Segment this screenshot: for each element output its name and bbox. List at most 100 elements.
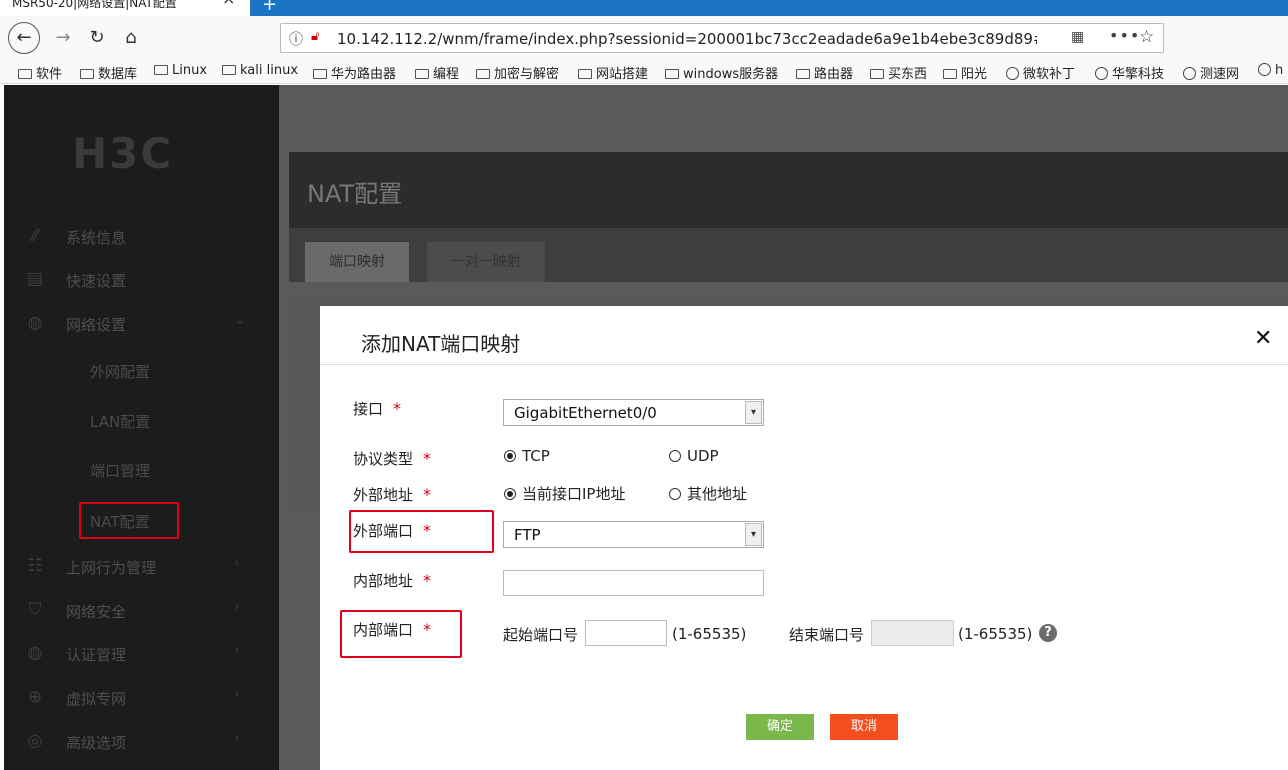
protocol-udp-radio[interactable]: UDP [669, 447, 719, 465]
required-mark: * [423, 571, 432, 590]
highlight-box-external-port [349, 510, 494, 553]
browser-tab-bar: MSR50-20|网络设置|NAT配置 × + [0, 0, 1288, 16]
internal-address-input[interactable] [503, 570, 764, 596]
sidebar-item-advanced[interactable]: ◎ 高级选项 › [4, 724, 279, 760]
sidebar-item-network-security[interactable]: ⛉ 网络安全 › [4, 593, 279, 629]
folder-icon [796, 69, 810, 79]
chevron-down-icon[interactable]: ▾ [745, 401, 762, 424]
globe-icon: ◍ [27, 643, 43, 663]
document-icon: ▤ [26, 269, 44, 289]
sidebar-item-network-settings[interactable]: ◍ 网络设置 ⌄ [4, 306, 279, 342]
interface-label: 接口 * [353, 399, 402, 418]
folder-icon [222, 65, 236, 75]
tab-close-icon[interactable]: × [222, 0, 235, 7]
bookmark-link[interactable]: 微软补丁 [1006, 63, 1075, 82]
forward-arrow-icon[interactable]: → [48, 23, 78, 53]
bookmark-folder[interactable]: 买东西 [870, 63, 927, 82]
bookmark-link[interactable]: 华擎科技 [1095, 63, 1164, 82]
browser-tab[interactable]: MSR50-20|网络设置|NAT配置 × [0, 0, 250, 16]
end-port-range: (1-65535) [958, 625, 1033, 643]
sidebar-subitem-port-mgmt[interactable]: 端口管理 [90, 460, 150, 481]
external-port-select[interactable]: FTP ▾ [503, 521, 764, 548]
qr-code-icon[interactable]: ▦ [1071, 29, 1084, 45]
bookmark-folder[interactable]: kali linux [222, 63, 298, 78]
bookmark-star-icon[interactable]: ☆ [1139, 27, 1154, 47]
app-sidebar: H3C ⁄⁄ 系统信息 ▤ 快速设置 ◍ 网络设置 ⌄ 外网配置 LAN配置 端… [4, 85, 279, 770]
start-port-range: (1-65535) [672, 625, 747, 643]
chevron-down-icon[interactable]: ▾ [745, 523, 762, 546]
bookmarks-bar: 软件 数据库 Linux kali linux 华为路由器 编程 加密与解密 网… [0, 60, 1288, 84]
settings-icon: ◎ [27, 731, 43, 751]
help-icon[interactable]: ? [1039, 624, 1057, 642]
external-address-current-radio[interactable]: 当前接口IP地址 [504, 483, 625, 504]
sidebar-item-system-info[interactable]: ⁄⁄ 系统信息 [4, 219, 279, 255]
cancel-button[interactable]: 取消 [830, 714, 898, 740]
chevron-right-icon: › [234, 555, 240, 571]
sidebar-item-auth-mgmt[interactable]: ◍ 认证管理 › [4, 636, 279, 672]
network-icon: ⊕ [27, 687, 43, 707]
sidebar-item-quick-setup[interactable]: ▤ 快速设置 [4, 262, 279, 298]
globe-icon: ◍ [27, 313, 43, 333]
interface-select[interactable]: GigabitEthernet0/0 ▾ [503, 399, 764, 426]
internal-address-label: 内部地址 * [353, 571, 432, 590]
folder-icon [415, 69, 429, 79]
bookmark-folder[interactable]: 编程 [415, 63, 459, 82]
bookmark-folder[interactable]: 加密与解密 [476, 63, 559, 82]
folder-icon [313, 69, 327, 79]
sidebar-subitem-wan[interactable]: 外网配置 [90, 361, 150, 382]
page-title: NAT配置 [307, 180, 403, 208]
url-bar[interactable]: ⓘ 🔓︎ 10.142.112.2/wnm/frame/index.php?se… [280, 23, 1164, 53]
confirm-button[interactable]: 确定 [746, 714, 814, 740]
folder-icon [870, 69, 884, 79]
browser-tab-title: MSR50-20|网络设置|NAT配置 [12, 0, 177, 10]
bookmark-folder[interactable]: 华为路由器 [313, 63, 396, 82]
bookmark-folder[interactable]: 数据库 [80, 63, 137, 82]
globe-icon [1258, 63, 1271, 76]
protocol-label: 协议类型 * [353, 449, 432, 468]
sidebar-subitem-lan[interactable]: LAN配置 [90, 411, 150, 432]
bookmark-folder[interactable]: windows服务器 [665, 63, 778, 82]
start-port-input[interactable] [585, 620, 667, 646]
bookmark-link[interactable]: 测速网 [1183, 63, 1239, 82]
url-text[interactable]: 10.142.112.2/wnm/frame/index.php?session… [337, 30, 1037, 48]
speed-icon: ⁄⁄ [32, 226, 38, 246]
h3c-logo: H3C [72, 129, 174, 178]
sidebar-item-behavior-mgmt[interactable]: ☷ 上网行为管理 › [4, 549, 279, 585]
insecure-lock-icon[interactable]: 🔓︎ [311, 29, 319, 44]
bookmark-link[interactable]: h [1258, 63, 1283, 78]
shield-icon: ⛉ [28, 600, 42, 620]
chevron-right-icon: › [234, 599, 240, 615]
external-address-other-radio[interactable]: 其他地址 [669, 483, 747, 504]
external-address-label: 外部地址 * [353, 485, 432, 504]
bookmark-folder[interactable]: 阳光 [943, 63, 987, 82]
required-mark: * [423, 485, 432, 504]
globe-icon [1183, 67, 1196, 80]
globe-icon [1095, 67, 1108, 80]
bookmark-folder[interactable]: 软件 [18, 63, 62, 82]
radio-checked-icon [504, 488, 516, 500]
end-port-input [871, 620, 954, 646]
tab-one-to-one[interactable]: 一对一映射 [427, 242, 545, 282]
more-dots-icon[interactable]: ••• [1109, 26, 1140, 45]
protocol-tcp-radio[interactable]: TCP [504, 447, 550, 465]
bookmark-folder[interactable]: 路由器 [796, 63, 853, 82]
dialog-divider [320, 364, 1288, 365]
reload-icon[interactable]: ↻ [82, 23, 112, 53]
back-arrow-icon[interactable]: ← [8, 22, 40, 54]
folder-icon [80, 69, 94, 79]
home-icon[interactable]: ⌂ [116, 23, 146, 53]
radio-unchecked-icon [669, 450, 681, 462]
bookmark-folder[interactable]: Linux [154, 63, 207, 78]
bookmark-folder[interactable]: 网站搭建 [578, 63, 648, 82]
radio-checked-icon [504, 450, 516, 462]
info-icon[interactable]: ⓘ [289, 29, 303, 49]
folder-icon [154, 65, 168, 75]
close-icon[interactable]: ✕ [1254, 326, 1272, 351]
chevron-right-icon: › [234, 730, 240, 746]
chevron-right-icon: › [234, 686, 240, 702]
tab-port-mapping[interactable]: 端口映射 [305, 242, 409, 282]
sidebar-item-vpn[interactable]: ⊕ 虚拟专网 › [4, 680, 279, 716]
required-mark: * [423, 449, 432, 468]
new-tab-icon[interactable]: + [262, 0, 277, 15]
browser-nav-bar: ← → ↻ ⌂ ⓘ 🔓︎ 10.142.112.2/wnm/frame/inde… [0, 16, 1288, 60]
